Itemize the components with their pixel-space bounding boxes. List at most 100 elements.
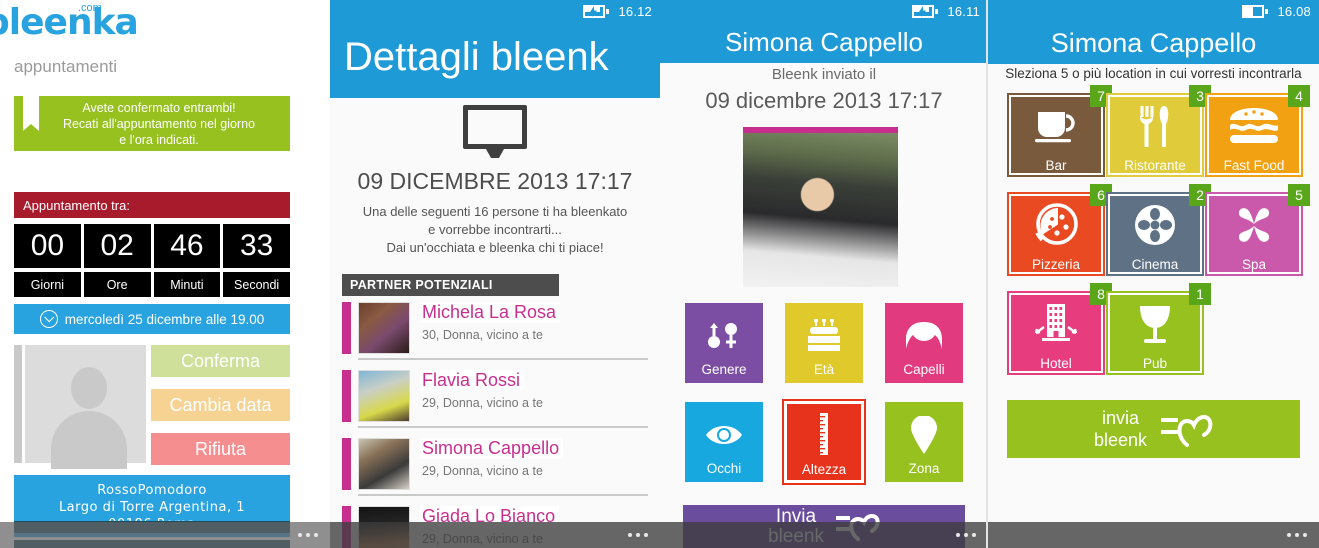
list-header: PARTNER POTENZIALI bbox=[342, 274, 559, 296]
tile-label: Zona bbox=[908, 461, 940, 476]
partner-meta: 30, Donna, vicino a te bbox=[422, 328, 543, 342]
app-bar[interactable] bbox=[660, 522, 988, 548]
page-title: Dettagli bleenk bbox=[344, 35, 609, 79]
avatar bbox=[14, 345, 146, 469]
tile-label: Pub bbox=[1142, 356, 1168, 371]
clock-text: 16.08 bbox=[1277, 3, 1311, 19]
countdown-labels: Giorni Ore Minuti Secondi bbox=[14, 272, 290, 297]
clock-text: 16.12 bbox=[618, 3, 652, 19]
tile-label: Ristorante bbox=[1124, 158, 1186, 173]
ribbon-icon bbox=[23, 96, 39, 131]
clock-icon bbox=[39, 310, 58, 328]
photo-image bbox=[743, 133, 898, 287]
appointment-date-bar[interactable]: mercoledì 25 dicembre alle 19.00 bbox=[14, 304, 290, 334]
tile-fast-food[interactable]: Fast Food 4 bbox=[1205, 85, 1310, 177]
coffee-cup-icon bbox=[1007, 101, 1105, 151]
invia-bleenk-button[interactable]: invia bleenk bbox=[1007, 400, 1300, 458]
status-bar: 16.12 bbox=[330, 0, 660, 22]
send-line-1: invia bbox=[1101, 408, 1139, 428]
tile-bar[interactable]: Bar 7 bbox=[1007, 85, 1112, 177]
battery-charging-icon bbox=[912, 4, 939, 18]
page-title: appuntamenti bbox=[14, 57, 118, 76]
monitor-icon bbox=[463, 105, 527, 158]
tile-hotel[interactable]: Hotel 8 bbox=[1007, 283, 1112, 375]
accent-bar bbox=[342, 438, 351, 490]
app-bar[interactable] bbox=[330, 522, 660, 548]
more-options-icon[interactable] bbox=[956, 533, 976, 537]
tile-badge: 1 bbox=[1189, 283, 1211, 305]
battery-icon bbox=[1242, 4, 1269, 18]
bleenka-logo[interactable]: bleenka .com bbox=[0, 0, 139, 44]
bleenk-heart-icon bbox=[1159, 407, 1213, 452]
cambia-data-button[interactable]: Cambia data bbox=[151, 389, 290, 421]
list-item[interactable]: Michela La Rosa 30, Donna, vicino a te bbox=[342, 300, 648, 360]
tile-occhi[interactable]: Occhi bbox=[685, 402, 763, 482]
app-bar[interactable] bbox=[988, 522, 1319, 548]
sent-date: 09 dicembre 2013 17:17 bbox=[705, 88, 943, 113]
more-options-icon[interactable] bbox=[628, 533, 648, 537]
screenshot-stage: si In bbox=[0, 0, 1319, 548]
profile-photo[interactable] bbox=[743, 127, 898, 287]
status-bar: 16.11 bbox=[660, 0, 988, 22]
avatar bbox=[358, 438, 410, 490]
tile-label: Cinema bbox=[1131, 257, 1179, 272]
divider bbox=[358, 358, 648, 360]
tile-genere[interactable]: Genere bbox=[685, 303, 763, 383]
avatar bbox=[358, 302, 410, 354]
panel-appuntamenti: bleenka .com appuntamenti Avete conferma… bbox=[0, 0, 330, 548]
countdown-seconds-value: 33 bbox=[223, 224, 290, 268]
list-item[interactable]: Simona Cappello 29, Donna, vicino a te bbox=[342, 436, 648, 496]
partner-name: Simona Cappello bbox=[420, 438, 564, 459]
avatar-accent-bar bbox=[14, 345, 22, 463]
film-reel-icon bbox=[1106, 200, 1204, 250]
confirmation-banner: Avete confermato entrambi! Recati all'ap… bbox=[14, 96, 290, 151]
pizza-icon bbox=[1007, 200, 1105, 250]
appointment-date-text: mercoledì 25 dicembre alle 19.00 bbox=[64, 311, 265, 327]
confirmation-text: Avete confermato entrambi! Recati all'ap… bbox=[62, 100, 256, 147]
avatar-placeholder bbox=[25, 345, 146, 469]
countdown-minutes-value: 46 bbox=[153, 224, 221, 268]
tile-ristorante[interactable]: Ristorante 3 bbox=[1106, 85, 1211, 177]
page-title: Simona Cappello bbox=[724, 27, 923, 57]
accent-bar bbox=[342, 302, 351, 354]
list-item[interactable]: Flavia Rossi 29, Donna, vicino a te bbox=[342, 368, 648, 428]
page-title: Simona Cappello bbox=[1050, 28, 1257, 58]
panel-divider bbox=[986, 0, 988, 548]
tile-label: Occhi bbox=[706, 461, 742, 476]
instruction-text: Sleziona 5 o più location in cui vorrest… bbox=[1005, 66, 1302, 81]
tile-pizzeria[interactable]: Pizzeria 6 bbox=[1007, 184, 1112, 276]
title-bar: Simona Cappello bbox=[988, 22, 1319, 64]
tile-spa[interactable]: Spa 5 bbox=[1205, 184, 1310, 276]
tile-cinema[interactable]: Cinema 2 bbox=[1106, 184, 1211, 276]
rifiuta-button[interactable]: Rifiuta bbox=[151, 433, 290, 465]
tile-capelli[interactable]: Capelli bbox=[885, 303, 963, 383]
cutlery-icon bbox=[1106, 101, 1204, 151]
hair-icon bbox=[885, 316, 963, 356]
tile-altezza[interactable]: Altezza bbox=[784, 401, 864, 483]
countdown-days-label: Giorni bbox=[14, 272, 81, 297]
tile-label: Fast Food bbox=[1223, 158, 1285, 173]
ruler-icon bbox=[784, 413, 864, 455]
bleenk-date: 09 DICEMBRE 2013 17:17 bbox=[357, 168, 633, 194]
bleenk-description: Una delle seguenti 16 persone ti ha blee… bbox=[362, 204, 628, 255]
tile-badge: 4 bbox=[1288, 85, 1310, 107]
tile-label: Pizzeria bbox=[1031, 257, 1080, 272]
partner-meta: 29, Donna, vicino a te bbox=[422, 396, 543, 410]
app-bar[interactable] bbox=[0, 522, 330, 548]
more-options-icon[interactable] bbox=[298, 533, 318, 537]
more-options-icon[interactable] bbox=[1287, 533, 1307, 537]
map-pin-icon bbox=[885, 415, 963, 455]
tile-pub[interactable]: Pub 1 bbox=[1106, 283, 1211, 375]
conferma-button[interactable]: Conferma bbox=[151, 345, 290, 377]
partner-name: Flavia Rossi bbox=[420, 370, 525, 391]
countdown-minutes-label: Minuti bbox=[153, 272, 221, 297]
divider bbox=[358, 426, 648, 428]
tile-label: Capelli bbox=[903, 362, 945, 377]
countdown-title: Appuntamento tra: bbox=[14, 192, 290, 218]
tile-label: Genere bbox=[701, 362, 747, 377]
send-line-2: bleenk bbox=[1093, 430, 1148, 450]
tile-zona[interactable]: Zona bbox=[885, 402, 963, 482]
battery-charging-icon bbox=[583, 4, 610, 18]
tile-eta[interactable]: Età bbox=[785, 303, 863, 383]
hotel-icon bbox=[1007, 299, 1105, 349]
